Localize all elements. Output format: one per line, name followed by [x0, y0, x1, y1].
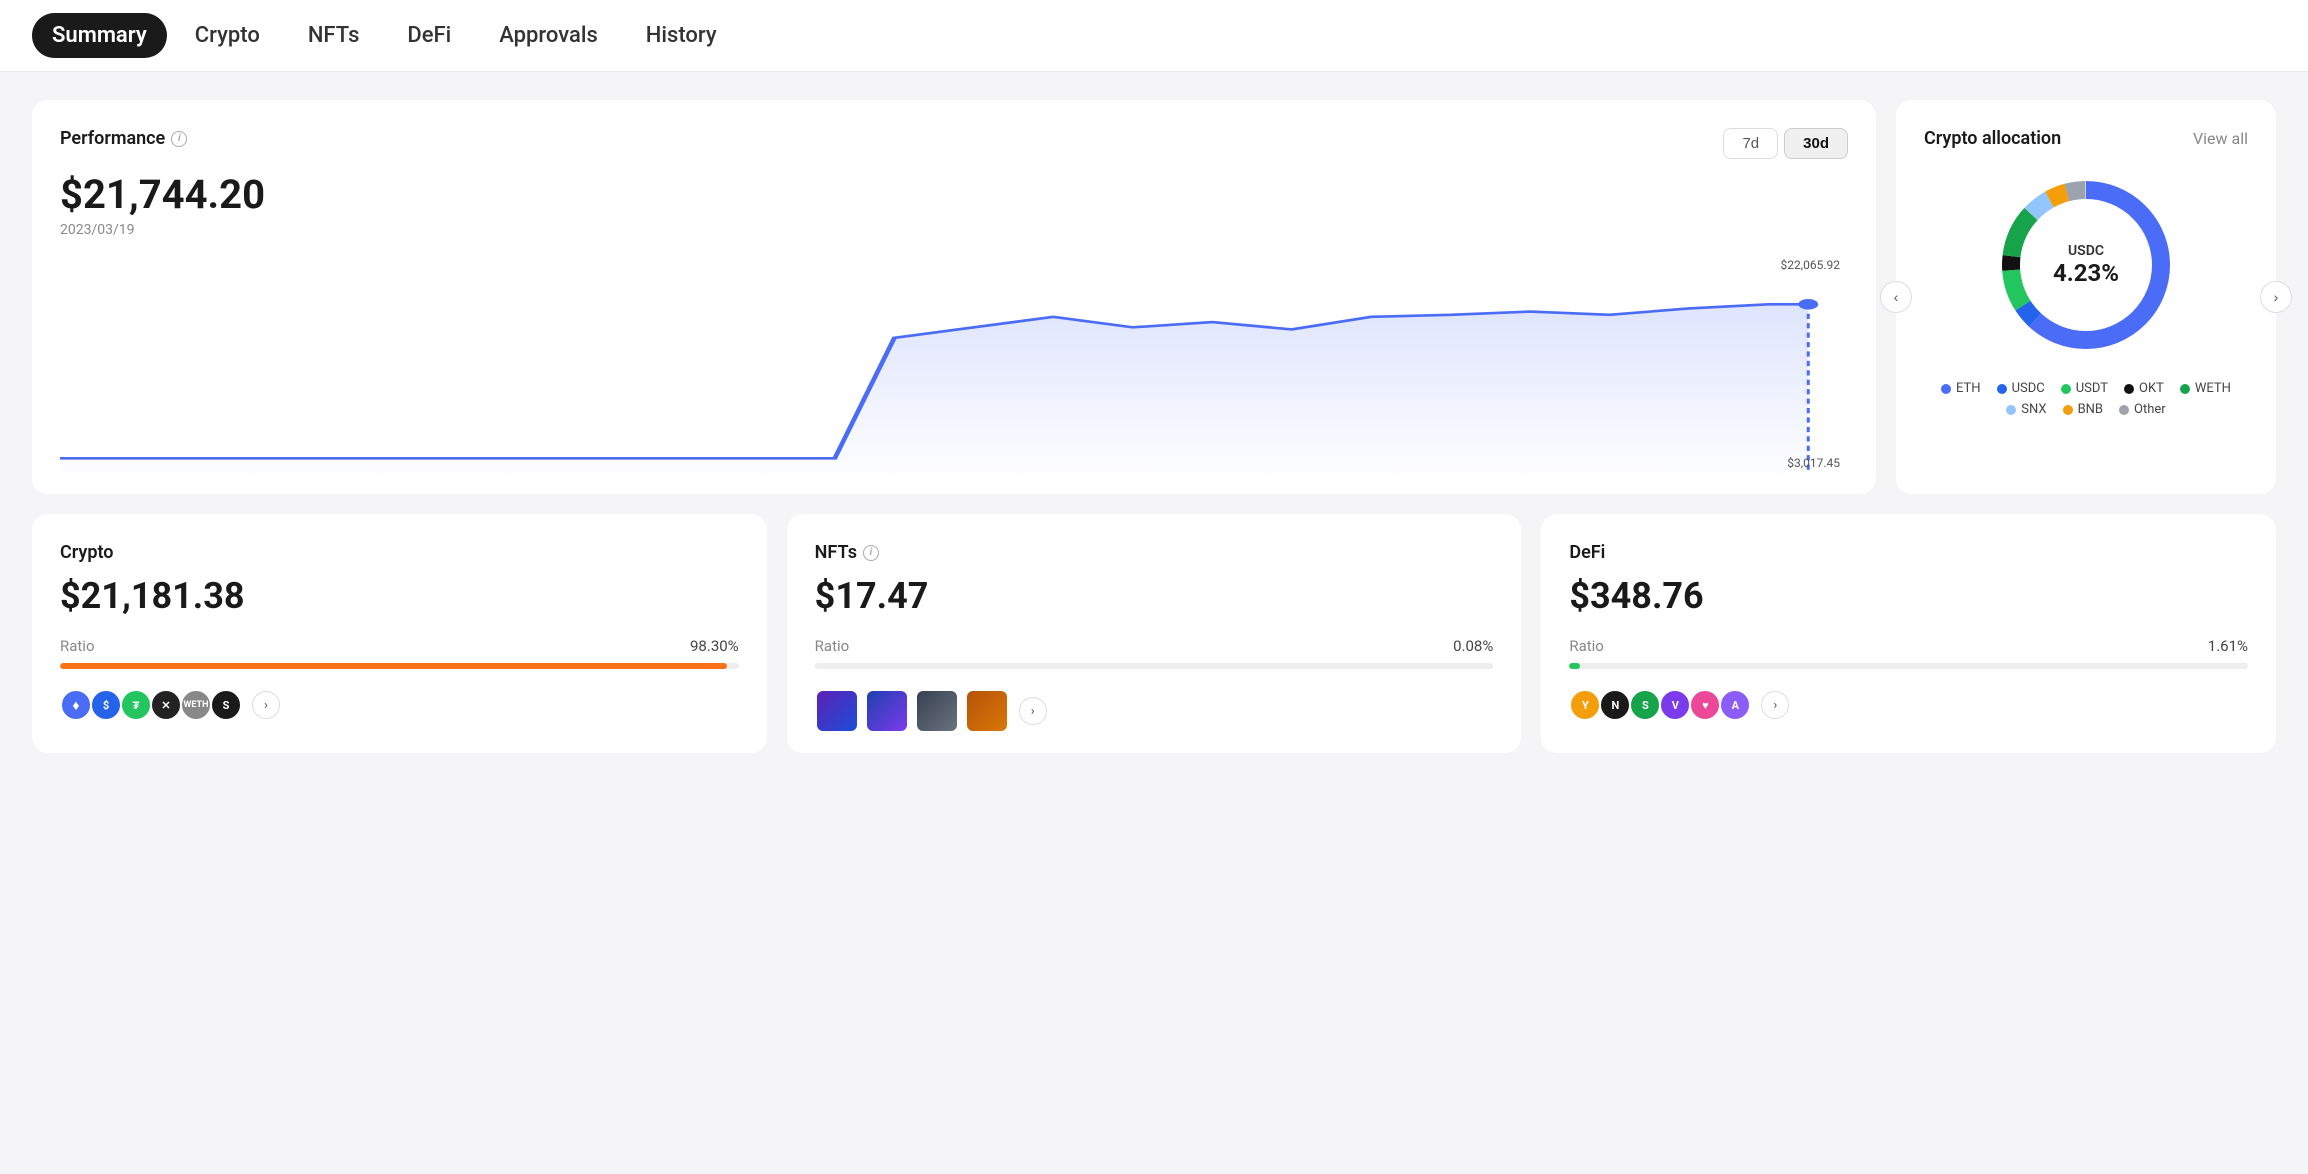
crypto-icon-row: ♦ $ ₮ ✕ WETH S › [60, 689, 739, 721]
defi-progress-bar [1569, 663, 2248, 669]
defi-icon-4: V [1659, 689, 1691, 721]
defi-icon-3: S [1629, 689, 1661, 721]
defi-icon-row: Y N S V ♥ A › [1569, 689, 2248, 721]
defi-icon-2: N [1599, 689, 1631, 721]
nfts-progress-bar [815, 663, 1494, 669]
defi-progress-fill [1569, 663, 1580, 669]
performance-chart: $22,065.92 $3,017.4 [60, 254, 1848, 474]
nfts-icon-row: › [815, 689, 1494, 733]
allocation-next-button[interactable]: › [2260, 281, 2292, 313]
perf-title: Performance i [60, 128, 187, 149]
coin-weth: WETH [180, 689, 212, 721]
allocation-legend: ETH USDC USDT OKT WETH [1924, 381, 2248, 417]
coin-usdt: ₮ [120, 689, 152, 721]
legend-dot-snx [2006, 405, 2016, 415]
legend-snx: SNX [2006, 402, 2046, 417]
allocation-prev-button[interactable]: ‹ [1880, 281, 1912, 313]
coin-snx: S [210, 689, 242, 721]
defi-ratio-pct: 1.61% [2208, 637, 2248, 655]
nfts-card-amount: $17.47 [815, 575, 1494, 617]
legend-dot-usdc [1997, 384, 2007, 394]
crypto-progress-fill [60, 663, 727, 669]
nfts-progress-fill [815, 663, 816, 669]
legend-other: Other [2119, 402, 2166, 417]
nft-thumb-3 [915, 689, 959, 733]
allocation-card: Crypto allocation View all ‹ [1896, 100, 2276, 494]
legend-weth: WETH [2180, 381, 2231, 396]
coin-eth: ♦ [60, 689, 92, 721]
legend-okt: OKT [2124, 381, 2164, 396]
chart-low-label: $3,017.45 [1787, 456, 1840, 470]
time-btn-30d[interactable]: 30d [1784, 128, 1848, 159]
nfts-info-icon[interactable]: i [863, 545, 879, 561]
nav-nfts[interactable]: NFTs [288, 13, 380, 58]
time-btn-7d[interactable]: 7d [1723, 128, 1778, 159]
crypto-ratio-row: Ratio 98.30% [60, 637, 739, 655]
nfts-ratio-pct: 0.08% [1453, 637, 1493, 655]
alloc-header: Crypto allocation View all [1924, 128, 2248, 149]
performance-card: Performance i 7d 30d $21,744.20 2023/03/… [32, 100, 1876, 494]
nfts-card-title: NFTs i [815, 542, 1494, 563]
legend-eth: ETH [1941, 381, 1981, 396]
crypto-card-amount: $21,181.38 [60, 575, 739, 617]
legend-usdc: USDC [1997, 381, 2045, 396]
donut-chart: USDC 4.23% [1986, 165, 2186, 365]
perf-header: Performance i 7d 30d [60, 128, 1848, 159]
crypto-ratio-pct: 98.30% [690, 637, 739, 655]
legend-bnb: BNB [2063, 402, 2103, 417]
nfts-card: NFTs i $17.47 Ratio 0.08% › [787, 514, 1522, 753]
nav-history[interactable]: History [626, 13, 737, 58]
legend-dot-okt [2124, 384, 2134, 394]
legend-usdt: USDT [2061, 381, 2108, 396]
defi-card: DeFi $348.76 Ratio 1.61% Y N S V ♥ A › [1541, 514, 2276, 753]
nft-thumb-1 [815, 689, 859, 733]
legend-dot-other [2119, 405, 2129, 415]
navigation: Summary Crypto NFTs DeFi Approvals Histo… [0, 0, 2308, 72]
defi-more-arrow[interactable]: › [1761, 691, 1789, 719]
crypto-card: Crypto $21,181.38 Ratio 98.30% ♦ $ ₮ ✕ W… [32, 514, 767, 753]
performance-date: 2023/03/19 [60, 222, 1848, 238]
crypto-progress-bar [60, 663, 739, 669]
defi-icon-6: A [1719, 689, 1751, 721]
nav-crypto[interactable]: Crypto [175, 13, 280, 58]
nfts-more-arrow[interactable]: › [1019, 697, 1047, 725]
defi-icon-5: ♥ [1689, 689, 1721, 721]
view-all-link[interactable]: View all [2193, 129, 2248, 148]
donut-center: USDC 4.23% [2053, 243, 2119, 287]
performance-info-icon[interactable]: i [171, 131, 187, 147]
alloc-title: Crypto allocation [1924, 128, 2061, 149]
legend-dot-bnb [2063, 405, 2073, 415]
crypto-card-title: Crypto [60, 542, 739, 563]
nfts-ratio-row: Ratio 0.08% [815, 637, 1494, 655]
crypto-more-arrow[interactable]: › [252, 691, 280, 719]
defi-card-title: DeFi [1569, 542, 2248, 563]
legend-dot-weth [2180, 384, 2190, 394]
main-content: Performance i 7d 30d $21,744.20 2023/03/… [0, 72, 2308, 781]
chart-svg [60, 254, 1848, 474]
performance-amount: $21,744.20 [60, 171, 1848, 218]
chart-high-label: $22,065.92 [1781, 258, 1840, 272]
coin-usdc: $ [90, 689, 122, 721]
nav-approvals[interactable]: Approvals [479, 13, 618, 58]
nav-defi[interactable]: DeFi [387, 13, 471, 58]
defi-card-amount: $348.76 [1569, 575, 2248, 617]
legend-dot-eth [1941, 384, 1951, 394]
time-buttons: 7d 30d [1723, 128, 1848, 159]
nft-thumb-2 [865, 689, 909, 733]
defi-ratio-row: Ratio 1.61% [1569, 637, 2248, 655]
nft-thumb-4 [965, 689, 1009, 733]
nav-summary[interactable]: Summary [32, 13, 167, 58]
coin-okt: ✕ [150, 689, 182, 721]
defi-icon-1: Y [1569, 689, 1601, 721]
legend-dot-usdt [2061, 384, 2071, 394]
bottom-row: Crypto $21,181.38 Ratio 98.30% ♦ $ ₮ ✕ W… [32, 514, 2276, 753]
top-row: Performance i 7d 30d $21,744.20 2023/03/… [32, 100, 2276, 494]
